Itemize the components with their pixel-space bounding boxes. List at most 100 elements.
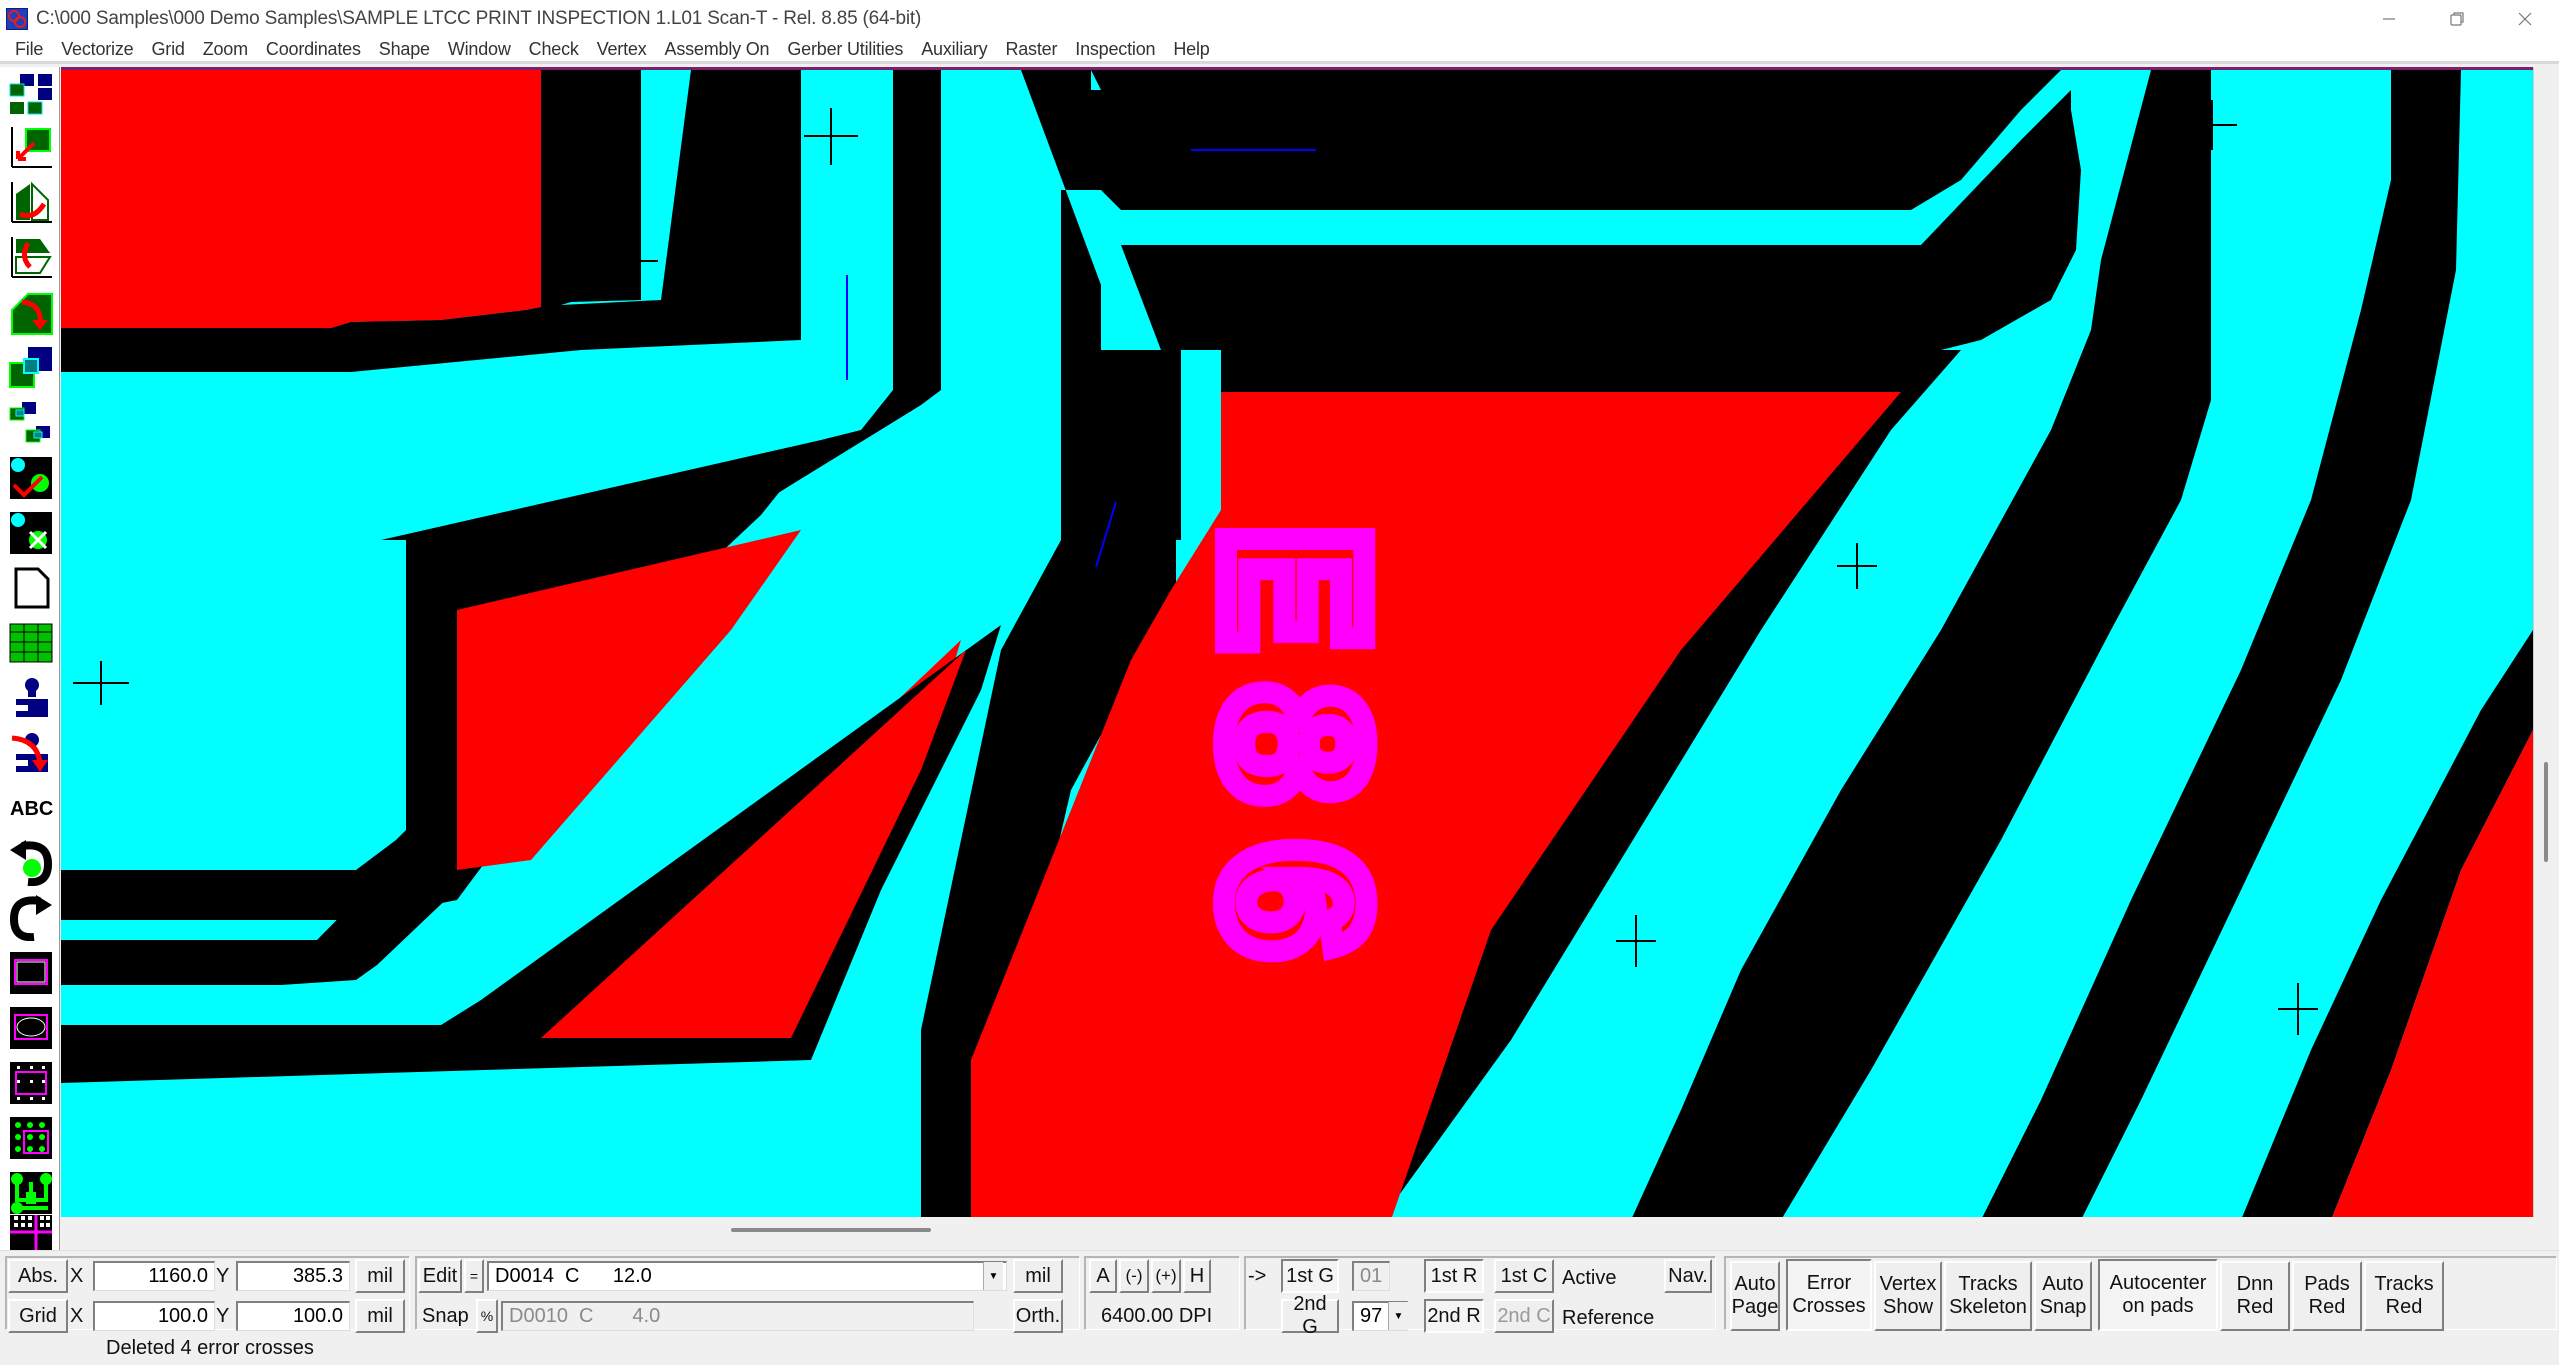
tool-layers-grid[interactable] (7, 71, 55, 119)
grid-y-label: Y (216, 1304, 230, 1327)
orth-button[interactable]: Orth. (1013, 1299, 1063, 1333)
delete-pads-icon (10, 512, 52, 554)
align-layers-icon (9, 402, 50, 443)
overlap-layers-icon (9, 347, 52, 388)
tool-move-origin[interactable] (7, 124, 55, 172)
auto-page-toggle[interactable]: Auto Page (1730, 1261, 1780, 1331)
minimize-button[interactable] (2355, 0, 2423, 38)
equals-button[interactable]: = (464, 1259, 484, 1293)
chevron-down-icon: ▼ (1393, 1310, 1404, 1322)
first-g-button[interactable]: 1st G (1281, 1259, 1339, 1293)
zoom-home-button[interactable]: H (1183, 1259, 1211, 1293)
menu-raster[interactable]: Raster (996, 39, 1066, 60)
tool-rectangle-pad[interactable] (7, 949, 55, 997)
pattern-grid-icon (10, 1215, 52, 1251)
tool-stamp[interactable] (7, 674, 55, 722)
tool-overlap-layers[interactable] (7, 344, 55, 392)
percent-button[interactable]: % (476, 1299, 498, 1333)
horizontal-scroll-thumb[interactable] (731, 1228, 931, 1232)
tool-mirror-rotate[interactable] (7, 179, 55, 227)
second-g-button[interactable]: 2nd G (1281, 1293, 1339, 1338)
tracks-red-toggle[interactable]: Tracks Red (2364, 1261, 2444, 1331)
tool-pattern-grid[interactable] (7, 1215, 55, 1251)
tool-tracks-pads[interactable] (7, 1169, 55, 1217)
stamp-apply-icon (11, 733, 48, 772)
abs-y-field[interactable]: 385.3 (236, 1261, 350, 1291)
toggle-label: Snap (2039, 1296, 2087, 1318)
error-crosses-toggle[interactable]: Error Crosses (1786, 1259, 1872, 1331)
close-button[interactable] (2491, 0, 2559, 38)
abs-button[interactable]: Abs. (8, 1259, 68, 1293)
tool-stamp-apply[interactable] (7, 729, 55, 777)
aperture-dropdown-button[interactable]: ▼ (983, 1262, 1003, 1290)
zoom-in-button[interactable]: (+) (1151, 1259, 1181, 1293)
active-aperture-select[interactable]: D0014 C 12.0 (487, 1261, 1007, 1291)
zoom-all-button[interactable]: A (1089, 1259, 1117, 1293)
auto-snap-toggle[interactable]: Auto Snap (2034, 1261, 2092, 1331)
restore-button[interactable] (2423, 0, 2491, 38)
second-r-button[interactable]: 2nd R (1424, 1299, 1484, 1333)
toggle-label: Pads (2304, 1273, 2350, 1295)
autocenter-on-pads-toggle[interactable]: Autocenter on pads (2098, 1259, 2218, 1331)
tool-aperture-table[interactable] (7, 619, 55, 667)
tracks-skeleton-toggle[interactable]: Tracks Skeleton (1944, 1261, 2032, 1331)
menu-zoom[interactable]: Zoom (194, 39, 257, 60)
first-r-button[interactable]: 1st R (1424, 1259, 1484, 1293)
menu-auxiliary[interactable]: Auxiliary (912, 39, 996, 60)
menu-inspection[interactable]: Inspection (1066, 39, 1164, 60)
abs-x-label: X (70, 1264, 84, 1287)
menu-vertex[interactable]: Vertex (588, 39, 656, 60)
pads-red-toggle[interactable]: Pads Red (2292, 1261, 2362, 1331)
mirror-rotate-icon (11, 181, 52, 223)
menu-gerber-utilities[interactable]: Gerber Utilities (778, 39, 912, 60)
grid-x-field[interactable]: 100.0 (93, 1301, 215, 1331)
label-e86: E86 (1162, 525, 1400, 993)
aperture-unit-button[interactable]: mil (1013, 1259, 1063, 1293)
abs-x-field[interactable]: 1160.0 (93, 1261, 215, 1291)
tool-undo[interactable] (7, 839, 55, 887)
abs-unit-button[interactable]: mil (355, 1259, 405, 1293)
menu-grid[interactable]: Grid (142, 39, 193, 60)
horizontal-scrollbar[interactable] (61, 1217, 2533, 1250)
grid-y-field[interactable]: 100.0 (236, 1301, 350, 1331)
tool-green-pad-array[interactable] (7, 1114, 55, 1162)
edit-button[interactable]: Edit (418, 1259, 462, 1293)
first-c-button[interactable]: 1st C (1494, 1259, 1554, 1293)
menu-shape[interactable]: Shape (370, 39, 439, 60)
vertex-show-toggle[interactable]: Vertex Show (1874, 1261, 1942, 1331)
tool-flip-rotate[interactable] (7, 234, 55, 282)
tool-new-page[interactable] (7, 564, 55, 612)
tool-redo[interactable] (7, 894, 55, 942)
tool-delete-pads[interactable] (7, 509, 55, 557)
tool-check-pads[interactable] (7, 454, 55, 502)
pad-array-icon (10, 1062, 52, 1104)
redo-icon (9, 895, 52, 941)
menu-window[interactable]: Window (439, 39, 520, 60)
cross-marker-icon[interactable] (2278, 983, 2318, 1035)
menu-check[interactable]: Check (520, 39, 588, 60)
vertical-scrollbar[interactable] (2533, 67, 2559, 1217)
second-g-dropdown-button[interactable]: ▼ (1388, 1302, 1408, 1330)
cross-marker-icon[interactable] (804, 108, 858, 165)
menu-help[interactable]: Help (1164, 39, 1218, 60)
cross-marker-icon[interactable] (1837, 543, 1877, 589)
nav-button[interactable]: Nav. (1664, 1259, 1712, 1293)
menu-file[interactable]: File (6, 39, 52, 60)
dnn-red-toggle[interactable]: Dnn Red (2220, 1261, 2290, 1331)
menu-assembly-on[interactable]: Assembly On (656, 39, 779, 60)
menu-vectorize[interactable]: Vectorize (52, 39, 142, 60)
vertical-scroll-thumb[interactable] (2544, 762, 2548, 862)
cross-marker-icon[interactable] (1616, 915, 1656, 967)
tool-pad-array[interactable] (7, 1059, 55, 1107)
tool-rotate-shape[interactable] (7, 289, 55, 337)
grid-unit-button[interactable]: mil (355, 1299, 405, 1333)
inspection-canvas[interactable]: E86 (61, 67, 2533, 1217)
check-pads-icon (10, 457, 52, 499)
zoom-out-button[interactable]: (-) (1119, 1259, 1149, 1293)
cross-marker-icon[interactable] (73, 661, 129, 705)
menu-coordinates[interactable]: Coordinates (257, 39, 370, 60)
tool-oval-pad[interactable] (7, 1004, 55, 1052)
grid-button[interactable]: Grid (8, 1299, 68, 1333)
tool-text[interactable]: ABC (7, 784, 55, 832)
tool-align-layers[interactable] (7, 399, 55, 447)
